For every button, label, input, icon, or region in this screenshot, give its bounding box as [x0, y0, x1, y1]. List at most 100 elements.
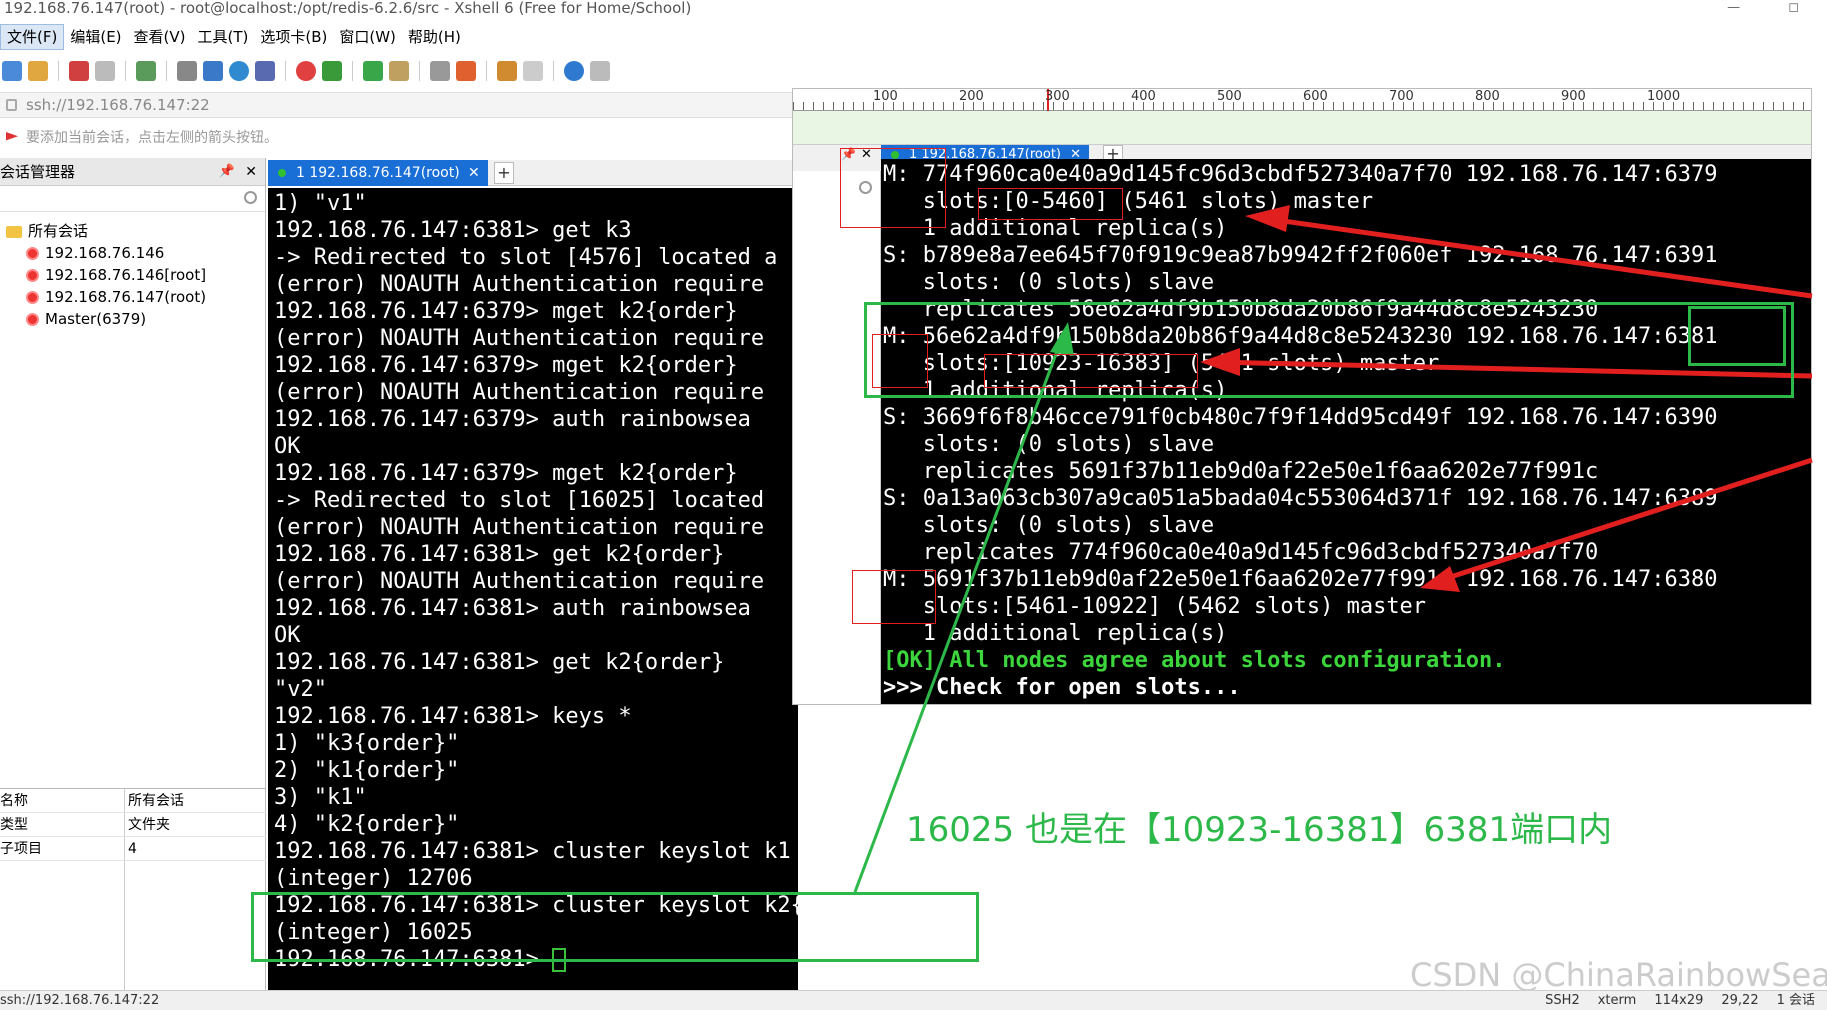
status-sessions: 1 会话	[1776, 993, 1815, 1008]
terminal-line: (integer) 16025	[274, 919, 798, 946]
chat-icon[interactable]	[590, 61, 610, 81]
terminal-line: (error) NOAUTH Authentication require	[274, 514, 798, 541]
menu-tabs[interactable]: 选项卡(B)	[254, 25, 333, 49]
window-controls[interactable]: — ◻	[1727, 0, 1821, 16]
property-key: 子项目	[0, 841, 42, 857]
right-side-panel	[793, 171, 881, 704]
xshell-icon[interactable]	[322, 61, 342, 81]
terminal-line: 192.168.76.147:6381> get k3	[274, 217, 798, 244]
folder-icon	[6, 225, 22, 238]
terminal-line: 1 additional replica(s)	[883, 216, 1228, 241]
address-bar[interactable]: ssh://192.168.76.147:22	[0, 92, 792, 118]
menu-edit[interactable]: 编辑(E)	[64, 25, 127, 49]
address-value: ssh://192.168.76.147:22	[26, 96, 210, 114]
terminal-line-text: 192.168.76.147:6381> keys *	[274, 704, 632, 729]
pin-icon[interactable]: 📌	[219, 158, 235, 186]
help-icon[interactable]	[564, 61, 584, 81]
highlight-strip	[793, 111, 1811, 145]
terminal-line: 2) "k1{order}"	[274, 757, 798, 784]
terminal-line-text: 1) "v1"	[274, 191, 367, 216]
ruler-label: 800	[1475, 89, 1500, 104]
globe-icon[interactable]	[229, 61, 249, 81]
new-tab-button[interactable]: +	[494, 162, 514, 184]
session-item[interactable]: 192.168.76.147(root)	[26, 286, 206, 308]
terminal-line: 192.168.76.147:6381> auth rainbowsea	[274, 595, 798, 622]
layout-icon[interactable]	[203, 61, 223, 81]
toolbar	[0, 56, 1827, 86]
session-search[interactable]	[0, 186, 265, 212]
hint-text: 要添加当前会话，点击左侧的箭头按钮。	[26, 130, 278, 146]
property-row: 名称 所有会话	[0, 789, 266, 813]
search-icon[interactable]	[859, 181, 872, 194]
terminal-line-text: 192.168.76.147:6379> mget k2{order}	[274, 461, 738, 486]
terminal-line: 192.168.76.147:6381> get k2{order}	[274, 541, 798, 568]
pen-icon[interactable]	[456, 61, 476, 81]
right-terminal[interactable]: M: 774f960ca0e40a9d145fc96d3cbdf527340a7…	[881, 159, 1811, 704]
lock-icon[interactable]	[389, 61, 409, 81]
session-icon	[26, 269, 39, 282]
tab-session[interactable]: 1 192.168.76.147(root) ✕	[268, 160, 488, 186]
close-icon[interactable]: ✕	[861, 147, 872, 162]
terminal-line-text: (integer) 12706	[274, 866, 473, 891]
property-value: 文件夹	[128, 817, 170, 833]
font-icon[interactable]	[255, 61, 275, 81]
terminal-line: S: 0a13a063cb307a9ca051a5bada04c553064d3…	[883, 486, 1718, 511]
terminal-line: -> Redirected to slot [16025] located	[274, 487, 798, 514]
close-icon[interactable]: ✕	[245, 158, 257, 186]
terminal-line-text: (error) NOAUTH Authentication require	[274, 380, 765, 405]
property-key: 类型	[0, 817, 28, 833]
window-title-bar: 192.168.76.147(root) - root@localhost:/o…	[0, 0, 1827, 18]
keyboard-icon[interactable]	[430, 61, 450, 81]
tree-root[interactable]: 所有会话	[6, 220, 88, 242]
terminal-line: slots: (0 slots) slave	[883, 432, 1215, 457]
open-folder-icon[interactable]	[28, 61, 48, 81]
menu-file[interactable]: 文件(F)	[0, 24, 65, 50]
fullscreen-icon[interactable]	[363, 61, 383, 81]
toolbar-separator	[166, 61, 167, 81]
ruler-label: 600	[1303, 89, 1328, 104]
tile-icon[interactable]	[523, 61, 543, 81]
close-tab-icon[interactable]: ✕	[468, 160, 480, 186]
xftp-icon[interactable]	[296, 61, 316, 81]
terminal-line: replicates 56e62a4df9b150b8da20b86f9a44d…	[883, 297, 1599, 322]
terminal-line-text: -> Redirected to slot [4576] located a	[274, 245, 778, 270]
menu-window[interactable]: 窗口(W)	[333, 25, 402, 49]
left-terminal[interactable]: 1) "v1" 192.168.76.147:6381> get k3 -> Red…	[268, 188, 798, 1010]
terminal-line: 192.168.76.147:6381>	[274, 946, 798, 973]
toolbar-separator	[125, 61, 126, 81]
terminal-line: 192.168.76.147:6381> cluster keyslot k1	[274, 838, 798, 865]
session-manager-panel: 会话管理器 📌 ✕ 所有会话 192.168.76.146 192.168.76…	[0, 158, 266, 788]
property-value: 所有会话	[128, 793, 184, 809]
session-item-label: 192.168.76.147(root)	[45, 288, 207, 306]
ruler-label: 100	[873, 89, 898, 104]
session-item[interactable]: 192.168.76.146[root]	[26, 264, 206, 286]
terminal-line: OK	[274, 433, 798, 460]
menu-view[interactable]: 查看(V)	[128, 25, 192, 49]
menu-help[interactable]: 帮助(H)	[402, 25, 467, 49]
connect-icon[interactable]	[69, 61, 89, 81]
menu-bar: 文件(F) 编辑(E) 查看(V) 工具(T) 选项卡(B) 窗口(W) 帮助(…	[0, 24, 1827, 50]
terminal-line: 1 additional replica(s)	[883, 378, 1228, 403]
tab-label: 1 192.168.76.147(root)	[296, 165, 460, 181]
terminal-cursor	[552, 948, 567, 972]
connected-dot-icon	[891, 151, 899, 159]
terminal-line-text: 192.168.76.147:6381> auth rainbowsea	[274, 596, 751, 621]
disconnect-icon[interactable]	[95, 61, 115, 81]
session-item[interactable]: 192.168.76.146	[26, 242, 206, 264]
terminal-line-text: 192.168.76.147:6381> cluster keyslot k1	[274, 839, 791, 864]
terminal-line-text: (error) NOAUTH Authentication require	[274, 326, 765, 351]
search-icon[interactable]	[177, 61, 197, 81]
menu-tools[interactable]: 工具(T)	[192, 25, 255, 49]
search-icon[interactable]	[244, 191, 257, 204]
terminal-line: M: 774f960ca0e40a9d145fc96d3cbdf527340a7…	[883, 162, 1718, 187]
session-item[interactable]: Master(6379)	[26, 308, 206, 330]
tools-icon[interactable]	[497, 61, 517, 81]
new-session-icon[interactable]	[2, 61, 22, 81]
terminal-line: 1) "k3{order}"	[274, 730, 798, 757]
terminal-line-text: 192.168.76.147:6381> get k2{order}	[274, 650, 725, 675]
properties-icon[interactable]	[136, 61, 156, 81]
terminal-line-text: 192.168.76.147:6379> auth rainbowsea	[274, 407, 751, 432]
arrow-flag-icon[interactable]	[6, 132, 18, 141]
pin-icon[interactable]: 📌	[841, 147, 856, 161]
status-right: SSH2 xterm 114x29 29,22 1 会话	[1545, 991, 1827, 1010]
